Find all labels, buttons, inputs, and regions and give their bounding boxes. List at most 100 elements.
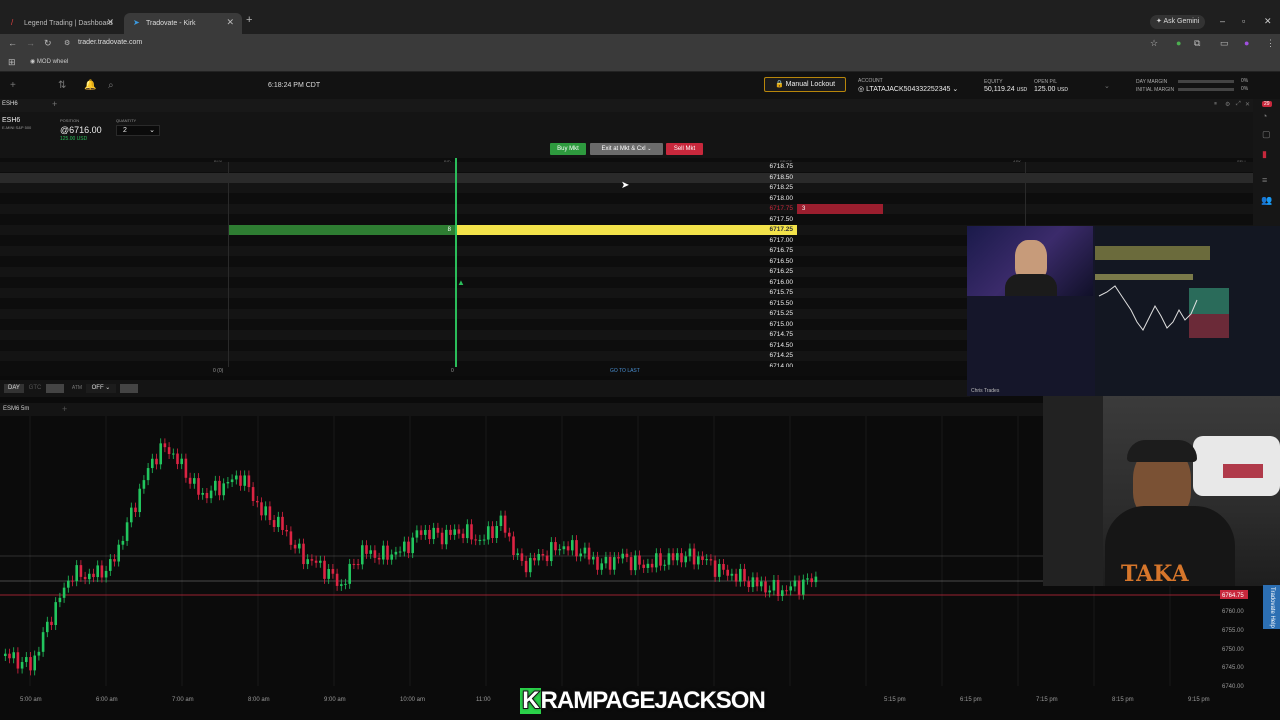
reload-icon[interactable]: ↻ (44, 38, 52, 49)
search-icon[interactable]: ⌕ (108, 80, 114, 91)
candle (734, 573, 738, 582)
tab-label: Legend Trading | Dashboard (24, 20, 113, 27)
bell-icon[interactable]: 🔔 (84, 80, 96, 91)
profile-avatar-icon[interactable]: ● (1244, 38, 1249, 48)
close-icon[interactable]: ✕ (1245, 101, 1250, 108)
tif-gtc-button[interactable]: GTC (26, 384, 44, 393)
candle (533, 557, 536, 561)
candle (92, 573, 95, 578)
candle (743, 568, 746, 582)
candle (461, 533, 465, 539)
candle (642, 564, 645, 568)
menu-icon[interactable]: ⋮ (1266, 38, 1275, 49)
chat-icon[interactable]: ▢ (1262, 129, 1271, 140)
back-icon[interactable]: ← (8, 38, 17, 48)
browser-tab-legend[interactable]: / Legend Trading | Dashboard ✕ (2, 13, 122, 34)
chevron-down-icon[interactable]: ⌄ (149, 126, 155, 136)
ladder-row[interactable]: 6717.50 (0, 214, 1253, 225)
mouse-cursor-icon: ➤ (621, 180, 630, 191)
candle (680, 553, 683, 563)
account-selector[interactable]: ◎ LTATAJACK504332252345 ⌄ (858, 85, 958, 93)
close-window-icon[interactable]: ✕ (1264, 16, 1272, 27)
ask-gemini-button[interactable]: ✦ Ask Gemini (1150, 15, 1206, 29)
ladder-price: 6715.50 (769, 299, 794, 307)
manual-lockout-label: Manual Lockout (785, 81, 836, 88)
ladder-row[interactable]: 6718.75 (0, 162, 1253, 172)
candle (163, 443, 167, 448)
alert-icon[interactable]: ▮ (1262, 149, 1267, 160)
minimize-icon[interactable]: – (1220, 16, 1225, 26)
buy-mkt-button[interactable]: Buy Mkt (550, 143, 586, 155)
apps-grid-icon[interactable]: ⊞ (8, 57, 16, 68)
candle (440, 532, 444, 545)
candle (482, 539, 486, 541)
popout-icon[interactable]: ⤢ (1236, 101, 1241, 108)
chevron-down-icon[interactable]: ⌄ (1104, 82, 1110, 90)
x-tick-label: 6:00 am (96, 697, 118, 703)
candle (310, 559, 314, 561)
tab-esh6[interactable]: ESH6 (2, 101, 18, 107)
candle (760, 581, 763, 587)
transfer-icon[interactable]: ⇅ (58, 80, 66, 91)
initial-margin-value: 0% (1241, 86, 1249, 92)
chevron-down-icon[interactable]: ⌄ (647, 146, 651, 152)
candle (550, 542, 553, 562)
close-icon[interactable]: ✕ (226, 17, 234, 28)
candle (83, 576, 87, 580)
url-field[interactable]: trader.tradovate.com (78, 39, 142, 46)
candle (25, 657, 28, 663)
candle (445, 529, 448, 545)
candle (520, 553, 524, 561)
tif-day-button[interactable]: DAY (4, 384, 24, 393)
candle (62, 587, 66, 598)
ladder-price: 6716.75 (769, 247, 794, 254)
add-tab-icon[interactable]: + (52, 99, 57, 109)
help-icon[interactable]: ◔ (1262, 111, 1267, 121)
manual-lockout-button[interactable]: 🔒 Manual Lockout (764, 77, 846, 92)
browser-tab-tradovate[interactable]: ➤ Tradovate - Kirk ✕ (124, 13, 242, 34)
cast-icon[interactable]: ▭ (1220, 38, 1229, 49)
maximize-icon[interactable]: ▫ (1242, 16, 1245, 26)
tradovate-help-button[interactable]: Tradovate Help (1263, 585, 1280, 629)
candle (268, 506, 272, 521)
gear-icon[interactable]: ⚙ (1225, 101, 1230, 108)
site-info-icon[interactable]: ⚙ (64, 39, 70, 47)
extension-icon[interactable]: ● (1176, 38, 1181, 48)
toggle-icon[interactable] (46, 384, 64, 393)
candle (209, 490, 213, 499)
ladder-row[interactable]: 6717.75 3 (0, 204, 1253, 214)
candle (503, 515, 507, 533)
candle (495, 526, 498, 539)
position-pl: 125.00 USD (60, 136, 88, 142)
ladder-row[interactable]: 6718.00 (0, 193, 1253, 204)
add-tab-icon[interactable]: + (62, 404, 67, 414)
settings-toggle[interactable] (120, 384, 138, 393)
candle (8, 653, 11, 659)
people-icon[interactable]: 👥 (1261, 195, 1272, 206)
extensions-icon[interactable]: ⧉ (1194, 38, 1200, 49)
add-icon[interactable]: + (10, 80, 16, 91)
chart-symbol[interactable]: ESM6 5m (3, 406, 29, 412)
quantity-input[interactable]: 2 ⌄ (116, 125, 160, 136)
candle (524, 560, 528, 573)
candle (285, 529, 288, 532)
exit-mkt-button[interactable]: Exit at Mkt & Cxl ⌄ (590, 143, 663, 155)
bookmark-star-icon[interactable]: ☆ (1150, 38, 1158, 49)
candle (562, 546, 566, 550)
new-tab-icon[interactable]: + (246, 14, 252, 26)
bookmark-mod-wheel[interactable]: ◉ MOD wheel (30, 58, 68, 65)
candle (79, 565, 83, 577)
go-to-last-button[interactable]: GO TO LAST (610, 368, 640, 374)
candle (453, 529, 456, 535)
close-icon[interactable]: ✕ (106, 17, 114, 28)
pause-icon[interactable]: ⏸ (1214, 101, 1217, 108)
ladder-price: 6717.00 (769, 236, 794, 244)
forward-icon[interactable]: → (26, 38, 35, 48)
sell-mkt-button[interactable]: Sell Mkt (666, 143, 703, 155)
candle (676, 553, 679, 561)
menu-icon[interactable]: ≡ (1262, 175, 1267, 185)
atm-select[interactable]: OFF ⌄ (86, 384, 116, 393)
candle (390, 554, 393, 560)
ladder-price: 6715.25 (769, 310, 794, 317)
candle (470, 524, 473, 540)
